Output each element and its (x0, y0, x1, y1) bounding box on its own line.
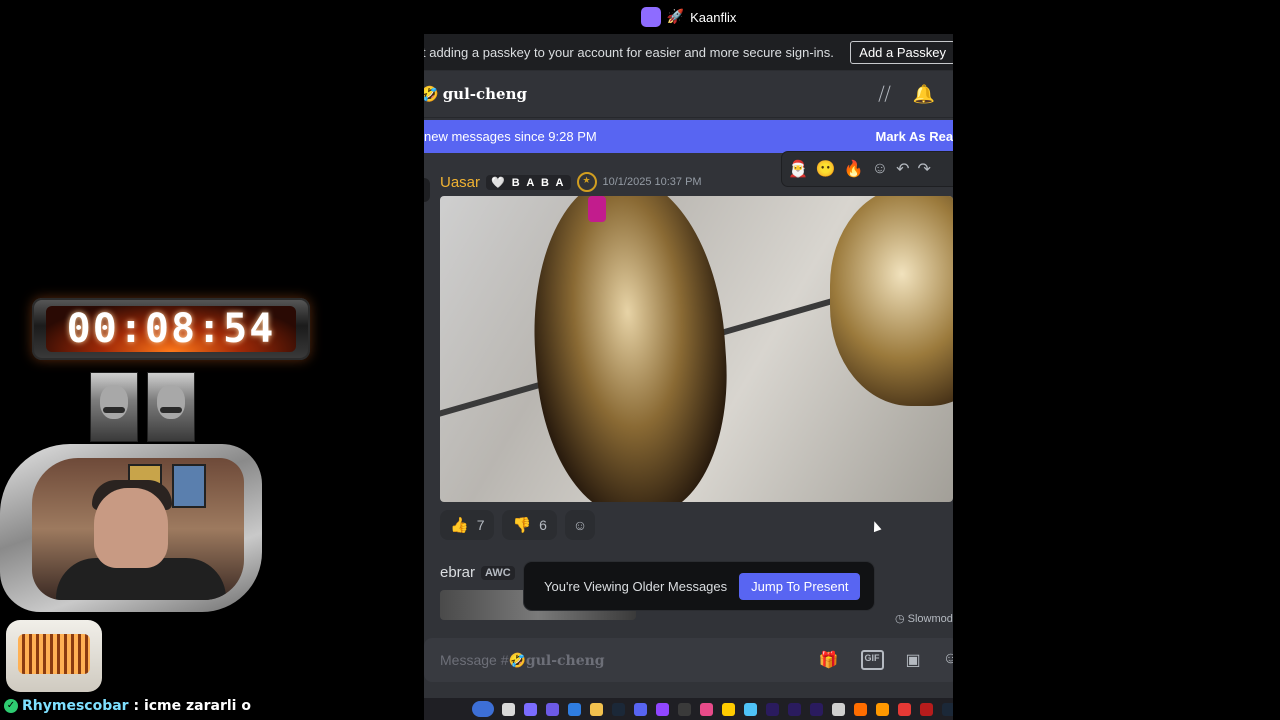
forward-icon[interactable]: ↷ (918, 159, 931, 179)
app-icon-10[interactable] (920, 702, 933, 716)
gif-icon[interactable]: GIF (860, 650, 884, 670)
placeholder-channel: gul-cheng (525, 652, 605, 669)
fire-icon[interactable]: 🔥 (844, 159, 864, 179)
gift-icon[interactable]: 🎁 (819, 650, 839, 670)
add-passkey-button[interactable]: Add a Passkey (850, 40, 953, 64)
opera-icon[interactable] (898, 702, 911, 716)
badge-icon: ★ (576, 172, 597, 192)
timer-text: 00:08:54 (66, 306, 276, 352)
steam-icon[interactable] (612, 702, 625, 716)
app-icon-7[interactable] (832, 702, 845, 716)
next-message-header: ebrar AWC (440, 564, 515, 581)
reaction-1-icon[interactable]: 🎅 (788, 159, 808, 179)
portrait-photo-left (90, 372, 138, 442)
chat-separator: : (133, 698, 140, 714)
search-icon[interactable] (472, 701, 494, 717)
reaction-count: 7 (476, 517, 485, 533)
podcast-icon (640, 7, 661, 27)
reaction-thumbs-down[interactable]: 👎 6 (502, 510, 557, 540)
avatar[interactable] (424, 178, 430, 202)
after-effects-icon[interactable] (810, 702, 823, 716)
mark-as-read-button[interactable]: Mark As Read (876, 129, 954, 144)
stream-timer: 00:08:54 (32, 298, 310, 360)
reactions-row: 👍 7 👎 6 ☺ (440, 510, 595, 540)
rocket-icon: 🚀 (666, 9, 685, 25)
older-messages-toast: You're Viewing Older Messages Jump To Pr… (524, 562, 874, 610)
webcam-feed (32, 458, 244, 600)
portrait-photo-right (147, 372, 195, 442)
app-icon-3[interactable] (678, 702, 691, 716)
placeholder-prefix: Message # (440, 651, 509, 668)
guild-tag-text: B A B A (511, 176, 566, 189)
message-input[interactable]: Message #🤣gul-cheng 🎁 GIF ▣ ☺ (424, 638, 953, 682)
slowmode-indicator: ◷Slowmode (895, 612, 953, 625)
emoji-icon[interactable]: ☺ (943, 650, 953, 670)
app-icon-8[interactable] (854, 702, 867, 716)
folder-icon[interactable] (590, 702, 603, 716)
add-reaction-icon: ☺ (572, 517, 588, 533)
add-reaction-icon[interactable]: ☺ (872, 160, 888, 178)
discord-icon[interactable] (634, 702, 647, 716)
app-icon-11[interactable] (942, 702, 953, 716)
thumbs-up-icon: 👍 (450, 517, 469, 534)
thumbs-down-icon: 👎 (512, 517, 532, 534)
message-hover-actions: 🎅 😶 🔥 ☺ ↶ ↷ (782, 152, 953, 186)
app-icon-9[interactable] (876, 702, 889, 716)
channel-emoji: 🤣 (424, 85, 439, 103)
app-icon-5[interactable] (722, 702, 735, 716)
new-messages-bar[interactable]: new messages since 9:28 PM Mark As Read (424, 120, 953, 153)
window-title-bar: 🚀 Kaanflix (424, 0, 953, 34)
message-author[interactable]: Uasar (440, 174, 480, 191)
message-composer: Message #🤣gul-cheng 🎁 GIF ▣ ☺ (424, 632, 953, 694)
premiere-icon[interactable] (766, 702, 779, 716)
app-icon-1[interactable] (524, 702, 537, 716)
app-icon-2[interactable] (546, 702, 559, 716)
reply-icon[interactable]: ↶ (896, 159, 909, 179)
app-icon-4[interactable] (700, 702, 713, 716)
reaction-thumbs-up[interactable]: 👍 7 (440, 510, 495, 540)
stream-chat-line: ✓ Rhymescobar : icme zararli o (4, 698, 251, 714)
taskbar (424, 698, 953, 720)
older-messages-label: You're Viewing Older Messages (544, 578, 728, 594)
next-message-author[interactable]: ebrar (440, 564, 475, 581)
threads-icon[interactable]: ⧸⧸ (878, 84, 890, 105)
guild-tag[interactable]: 🤍 B A B A (486, 174, 571, 190)
app-icon-6[interactable] (744, 702, 757, 716)
media-encoder-icon[interactable] (788, 702, 801, 716)
message-timestamp: 10/1/2025 10:37 PM (602, 176, 702, 188)
placeholder-emoji: 🤣 (508, 651, 526, 668)
channel-header: 🤣 gul-cheng ⧸⧸ 🔔 (424, 71, 953, 118)
next-guild-tag[interactable]: AWC (481, 565, 515, 580)
heater-image (6, 620, 102, 692)
reaction-2-icon[interactable]: 😶 (816, 159, 836, 179)
discord-window: t adding a passkey to your account for e… (424, 34, 953, 698)
heart-icon: 🤍 (491, 176, 507, 189)
twitch-icon[interactable] (656, 702, 669, 716)
passkey-notice-text: t adding a passkey to your account for e… (424, 44, 834, 60)
channel-name: gul-cheng (442, 85, 527, 103)
add-reaction-button[interactable]: ☺ (564, 510, 595, 540)
task-view-icon[interactable] (502, 702, 515, 716)
passkey-notice: t adding a passkey to your account for e… (424, 34, 953, 71)
channel-title: 🤣 gul-cheng (424, 85, 527, 103)
jump-to-present-button[interactable]: Jump To Present (739, 572, 861, 600)
chat-message: icme zararli o (143, 698, 251, 714)
video-attachment[interactable] (440, 196, 953, 502)
timer-display: 00:08:54 (46, 306, 296, 352)
verified-icon: ✓ (4, 699, 18, 713)
sticker-icon[interactable]: ▣ (906, 650, 921, 670)
server-name: Kaanflix (690, 9, 737, 25)
new-messages-text: new messages since 9:28 PM (424, 129, 597, 144)
reaction-count: 6 (539, 517, 547, 533)
clock-icon: ◷ (895, 613, 905, 625)
chat-username: Rhymescobar (22, 698, 129, 714)
slowmode-text: Slowmode (907, 613, 953, 625)
browser-icon[interactable] (568, 702, 581, 716)
message-placeholder: Message #🤣gul-cheng (440, 652, 605, 669)
bell-icon[interactable]: 🔔 (913, 84, 935, 105)
